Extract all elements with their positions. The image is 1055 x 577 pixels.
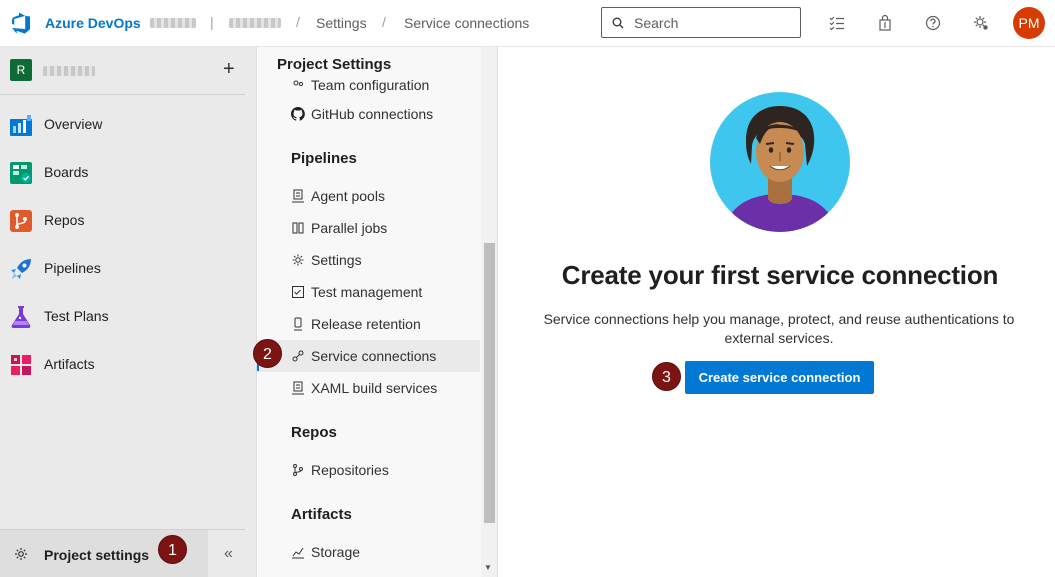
parallel-jobs-icon: [292, 222, 304, 234]
project-badge: R: [10, 59, 32, 81]
settings-item-github-connections[interactable]: GitHub connections: [258, 98, 480, 130]
search-input[interactable]: [634, 14, 794, 32]
repositories-icon: [293, 464, 303, 476]
nav-item-label: Artifacts: [44, 356, 95, 372]
main-content: Create your first service connection Ser…: [499, 47, 1055, 577]
test-management-icon: [292, 286, 304, 298]
user-avatar[interactable]: PM: [1013, 7, 1045, 39]
project-name-redacted[interactable]: [229, 18, 281, 28]
breadcrumb-service-connections[interactable]: Service connections: [404, 15, 529, 31]
step-marker-3: 3: [652, 362, 681, 391]
nav-divider: [0, 94, 245, 95]
nav-item-label: Test Plans: [44, 308, 109, 324]
settings-item-label: XAML build services: [311, 380, 438, 396]
empty-state-title: Create your first service connection: [561, 260, 999, 290]
service-connections-icon: [292, 350, 304, 362]
project-name-redacted: [43, 66, 95, 76]
nav-item-repos[interactable]: Repos: [0, 197, 245, 245]
storage-chart-icon: [292, 547, 304, 559]
work-items-list-icon[interactable]: [828, 14, 846, 32]
create-service-connection-button[interactable]: Create service connection: [685, 361, 874, 394]
search-icon: [612, 17, 624, 29]
release-retention-icon: [294, 317, 302, 331]
settings-item-label: Service connections: [311, 348, 437, 364]
collapse-nav-icon[interactable]: «: [224, 545, 233, 563]
breadcrumb-separator: /: [382, 14, 386, 30]
breadcrumb-separator: |: [210, 14, 214, 30]
settings-item-agent-pools[interactable]: Agent pools: [258, 180, 480, 212]
nav-item-artifacts[interactable]: Artifacts: [0, 341, 245, 389]
azure-devops-logo-icon[interactable]: [10, 11, 34, 35]
settings-item-label: Agent pools: [311, 188, 385, 204]
settings-item-repositories[interactable]: Repositories: [258, 454, 480, 486]
artifacts-icon: [11, 355, 31, 375]
project-settings-label: Project settings: [44, 547, 150, 563]
overview-icon: [10, 115, 32, 136]
left-navigation: R + Overview Boards Repos Pipelines Test…: [0, 47, 257, 577]
nav-item-label: Boards: [44, 164, 89, 180]
xaml-build-icon: [292, 381, 304, 395]
settings-item-parallel-jobs[interactable]: Parallel jobs: [258, 212, 480, 244]
settings-item-label: GitHub connections: [311, 106, 434, 122]
brand-name[interactable]: Azure DevOps: [45, 15, 141, 31]
breadcrumb-settings[interactable]: Settings: [316, 15, 367, 31]
help-icon[interactable]: [924, 14, 942, 32]
org-name-redacted[interactable]: [150, 18, 196, 28]
settings-section-artifacts: Artifacts: [291, 506, 352, 523]
project-settings-pane: Project Settings Team configuration GitH…: [258, 47, 498, 577]
nav-item-pipelines[interactable]: Pipelines: [0, 245, 245, 293]
search-box[interactable]: [601, 7, 801, 38]
settings-item-test-management[interactable]: Test management: [258, 276, 480, 308]
nav-item-label: Overview: [44, 116, 103, 132]
github-icon: [291, 107, 305, 121]
settings-section-repos: Repos: [291, 424, 337, 441]
settings-item-settings[interactable]: Settings: [258, 244, 480, 276]
test-plans-icon: [11, 306, 31, 328]
scroll-down-icon[interactable]: ▼: [484, 563, 492, 572]
settings-item-label: Test management: [311, 284, 423, 300]
breadcrumb-separator: /: [296, 14, 300, 30]
settings-pane-title: Project Settings: [277, 56, 477, 73]
agent-pools-icon: [292, 189, 304, 203]
add-icon[interactable]: +: [223, 58, 235, 80]
user-settings-icon[interactable]: [972, 14, 990, 32]
settings-scrollbar-thumb[interactable]: [484, 243, 495, 523]
settings-item-release-retention[interactable]: Release retention: [258, 308, 480, 340]
step-marker-2: 2: [253, 339, 282, 368]
settings-item-label: Storage: [311, 544, 361, 560]
marketplace-bag-icon[interactable]: [876, 14, 894, 32]
team-icon: [293, 80, 304, 87]
empty-state-description: Service connections help you manage, pro…: [543, 311, 1015, 346]
boards-icon: [10, 162, 32, 184]
settings-item-label: Team configuration: [311, 77, 430, 93]
settings-item-label: Repositories: [311, 462, 389, 478]
nav-item-overview[interactable]: Overview: [0, 101, 245, 149]
gear-icon: [15, 548, 27, 560]
settings-item-service-connections[interactable]: Service connections: [258, 340, 480, 372]
project-header[interactable]: R +: [0, 47, 257, 95]
gear-icon: [292, 254, 304, 266]
settings-section-pipelines: Pipelines: [291, 150, 357, 167]
settings-item-label: Release retention: [311, 316, 421, 332]
nav-item-test-plans[interactable]: Test Plans: [0, 293, 245, 341]
pipelines-icon: [11, 259, 31, 279]
person-avatar-illustration: [710, 92, 850, 232]
nav-item-boards[interactable]: Boards: [0, 149, 245, 197]
nav-item-label: Pipelines: [44, 260, 101, 276]
settings-item-label: Settings: [311, 252, 362, 268]
settings-item-label: Parallel jobs: [311, 220, 388, 236]
settings-item-storage[interactable]: Storage: [258, 536, 480, 568]
top-bar: Azure DevOps | / Settings / Service conn…: [0, 0, 1055, 47]
step-marker-1: 1: [158, 535, 187, 564]
nav-item-label: Repos: [44, 212, 85, 228]
settings-item-xaml-build-services[interactable]: XAML build services: [258, 372, 480, 404]
repos-icon: [10, 210, 32, 232]
